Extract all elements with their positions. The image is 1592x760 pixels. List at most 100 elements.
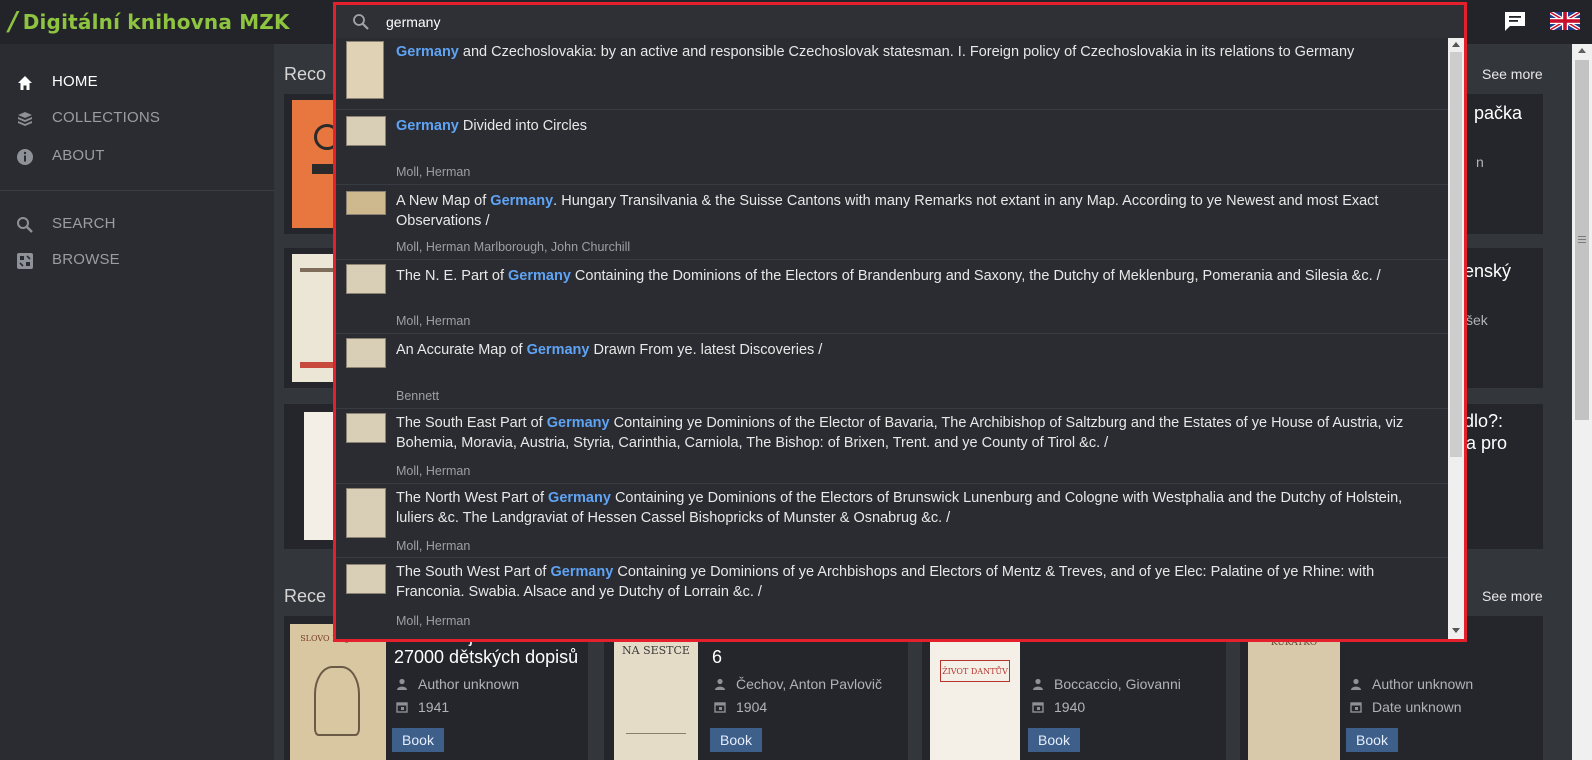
result-thumbnail [346, 191, 386, 215]
scrollbar-grip [1578, 236, 1586, 237]
uk-flag-icon[interactable] [1550, 12, 1580, 30]
book-type-button[interactable]: Book [1028, 728, 1080, 752]
book-cover-title: ŽIVOT DANTŮV [940, 660, 1010, 682]
suggestions-scrollbar[interactable] [1448, 38, 1464, 639]
book-cover: ŽIVOT DANTŮV [930, 624, 1020, 760]
search-highlight: Germany [396, 44, 459, 60]
result-author: Bennett [396, 389, 440, 403]
suggestion-item[interactable]: Germany and Czechoslovakia: by an active… [336, 38, 1448, 110]
search-highlight: Germany [490, 193, 554, 209]
page-scrollbar[interactable] [1572, 44, 1592, 760]
result-thumbnail [346, 264, 386, 294]
book-type-button[interactable]: Book [392, 728, 444, 752]
sidebar-item-label: SEARCH [52, 215, 116, 232]
search-highlight: Germany [396, 118, 459, 134]
search-highlight: Germany [548, 490, 611, 506]
calendar-icon [1032, 702, 1044, 713]
sidebar-item-collections[interactable]: COLLECTIONS [0, 103, 274, 133]
book-year: Date unknown [1350, 699, 1462, 715]
logo-slash-icon: / [5, 7, 21, 37]
book-author: Author unknown [396, 676, 519, 692]
book-cover: KUKÁTKO [1248, 624, 1340, 760]
sidebar-item-home[interactable]: HOME [0, 67, 274, 97]
scrollbar-grip [1578, 242, 1586, 243]
card-title: enský [1464, 261, 1512, 281]
search-suggestions: Germany and Czechoslovakia: by an active… [333, 38, 1467, 642]
search-bar[interactable] [333, 2, 1467, 38]
result-title: Germany and Czechoslovakia: by an active… [396, 44, 1355, 60]
scrollbar-grip [1578, 239, 1586, 240]
book-type-button[interactable]: Book [710, 728, 762, 752]
sidebar-divider [0, 190, 274, 191]
book-cover: SLOVO MAJÍ DĚTI [290, 624, 386, 760]
suggestion-item[interactable]: A New Map of Germany. Hungary Transilvan… [336, 185, 1448, 260]
person-icon [1351, 678, 1361, 690]
search-input[interactable] [386, 11, 1286, 33]
scroll-up-arrow-icon[interactable] [1578, 48, 1586, 53]
app-logo[interactable]: / Digitální knihovna MZK [5, 7, 290, 37]
chat-bubble-icon[interactable] [1503, 10, 1527, 32]
scroll-up-arrow-icon[interactable] [1452, 42, 1460, 47]
result-author: Moll, Herman [396, 539, 471, 553]
calendar-icon [396, 702, 408, 713]
card-author: n [1476, 154, 1484, 170]
calendar-icon [714, 702, 726, 713]
search-highlight: Germany [508, 268, 571, 284]
calendar-icon [1350, 702, 1362, 713]
search-highlight: Germany [546, 415, 610, 431]
see-more-link[interactable]: See more [1482, 588, 1543, 604]
suggestion-item[interactable]: The South West Part of Germany Containin… [336, 558, 1448, 638]
suggestion-item[interactable]: The South East Part of Germany Containin… [336, 409, 1448, 484]
result-title: The South West Part of Germany Containin… [396, 564, 1375, 600]
result-thumbnail [346, 116, 386, 146]
result-title: Germany Divided into Circles [396, 118, 588, 134]
book-year: 1904 [714, 699, 767, 715]
sidebar-item-search[interactable]: SEARCH [0, 209, 274, 239]
book-title-line2: 6 [712, 647, 723, 667]
suggestion-item[interactable]: Germany Divided into Circles Moll, Herma… [336, 110, 1448, 185]
result-thumbnail [346, 488, 386, 538]
section-title-recommended: Reco [284, 64, 327, 84]
sidebar-item-label: COLLECTIONS [52, 109, 161, 126]
suggestion-item[interactable]: The N. E. Part of Germany Containing the… [336, 260, 1448, 334]
see-more-link[interactable]: See more [1482, 66, 1543, 82]
sidebar-item-browse[interactable]: BROWSE [0, 245, 274, 275]
result-title: The N. E. Part of Germany Containing the… [396, 268, 1381, 284]
sidebar-item-label: ABOUT [52, 147, 105, 164]
sidebar-item-label: BROWSE [52, 251, 120, 268]
info-icon [17, 149, 33, 165]
sidebar-item-about[interactable]: ABOUT [0, 141, 274, 171]
book-cover-title: NA SESTCE [622, 644, 690, 657]
result-title: An Accurate Map of Germany Drawn From ye… [396, 342, 823, 358]
result-author: Moll, Herman [396, 165, 471, 179]
suggestion-item[interactable]: An Accurate Map of Germany Drawn From ye… [336, 334, 1448, 409]
search-highlight: Germany [526, 342, 590, 358]
book-author: Čechov, Anton Pavlovič [714, 676, 882, 692]
app-title: Digitální knihovna MZK [22, 10, 290, 34]
result-title: A New Map of Germany. Hungary Transilvan… [396, 193, 1379, 229]
result-thumbnail [346, 41, 384, 99]
suggestion-item[interactable]: The North West Part of Germany Containin… [336, 484, 1448, 558]
book-author: Boccaccio, Giovanni [1032, 676, 1181, 692]
scrollbar-thumb[interactable] [1575, 60, 1589, 420]
result-title: The North West Part of Germany Containin… [396, 490, 1403, 526]
book-title-line2: 27000 dětských dopisů [394, 647, 579, 667]
sidebar-item-label: HOME [52, 73, 98, 90]
scroll-down-arrow-icon[interactable] [1452, 628, 1460, 633]
collections-icon [18, 112, 32, 126]
result-author: Moll, Herman Marlborough, John Churchill [396, 240, 631, 254]
result-thumbnail [346, 564, 386, 594]
book-year: 1940 [1032, 699, 1085, 715]
book-author: Author unknown [1350, 676, 1473, 692]
browse-icon [17, 253, 33, 269]
book-cover: NA SESTCE [614, 624, 698, 760]
card-title: pačka [1474, 103, 1523, 123]
scrollbar-thumb[interactable] [1450, 52, 1462, 457]
search-icon [17, 217, 33, 233]
result-title: The South East Part of Germany Containin… [396, 415, 1404, 451]
search-highlight: Germany [550, 564, 614, 580]
section-title-recent: Rece [284, 586, 327, 606]
book-type-button[interactable]: Book [1346, 728, 1398, 752]
person-icon [397, 678, 407, 690]
result-author: Moll, Herman [396, 464, 471, 478]
